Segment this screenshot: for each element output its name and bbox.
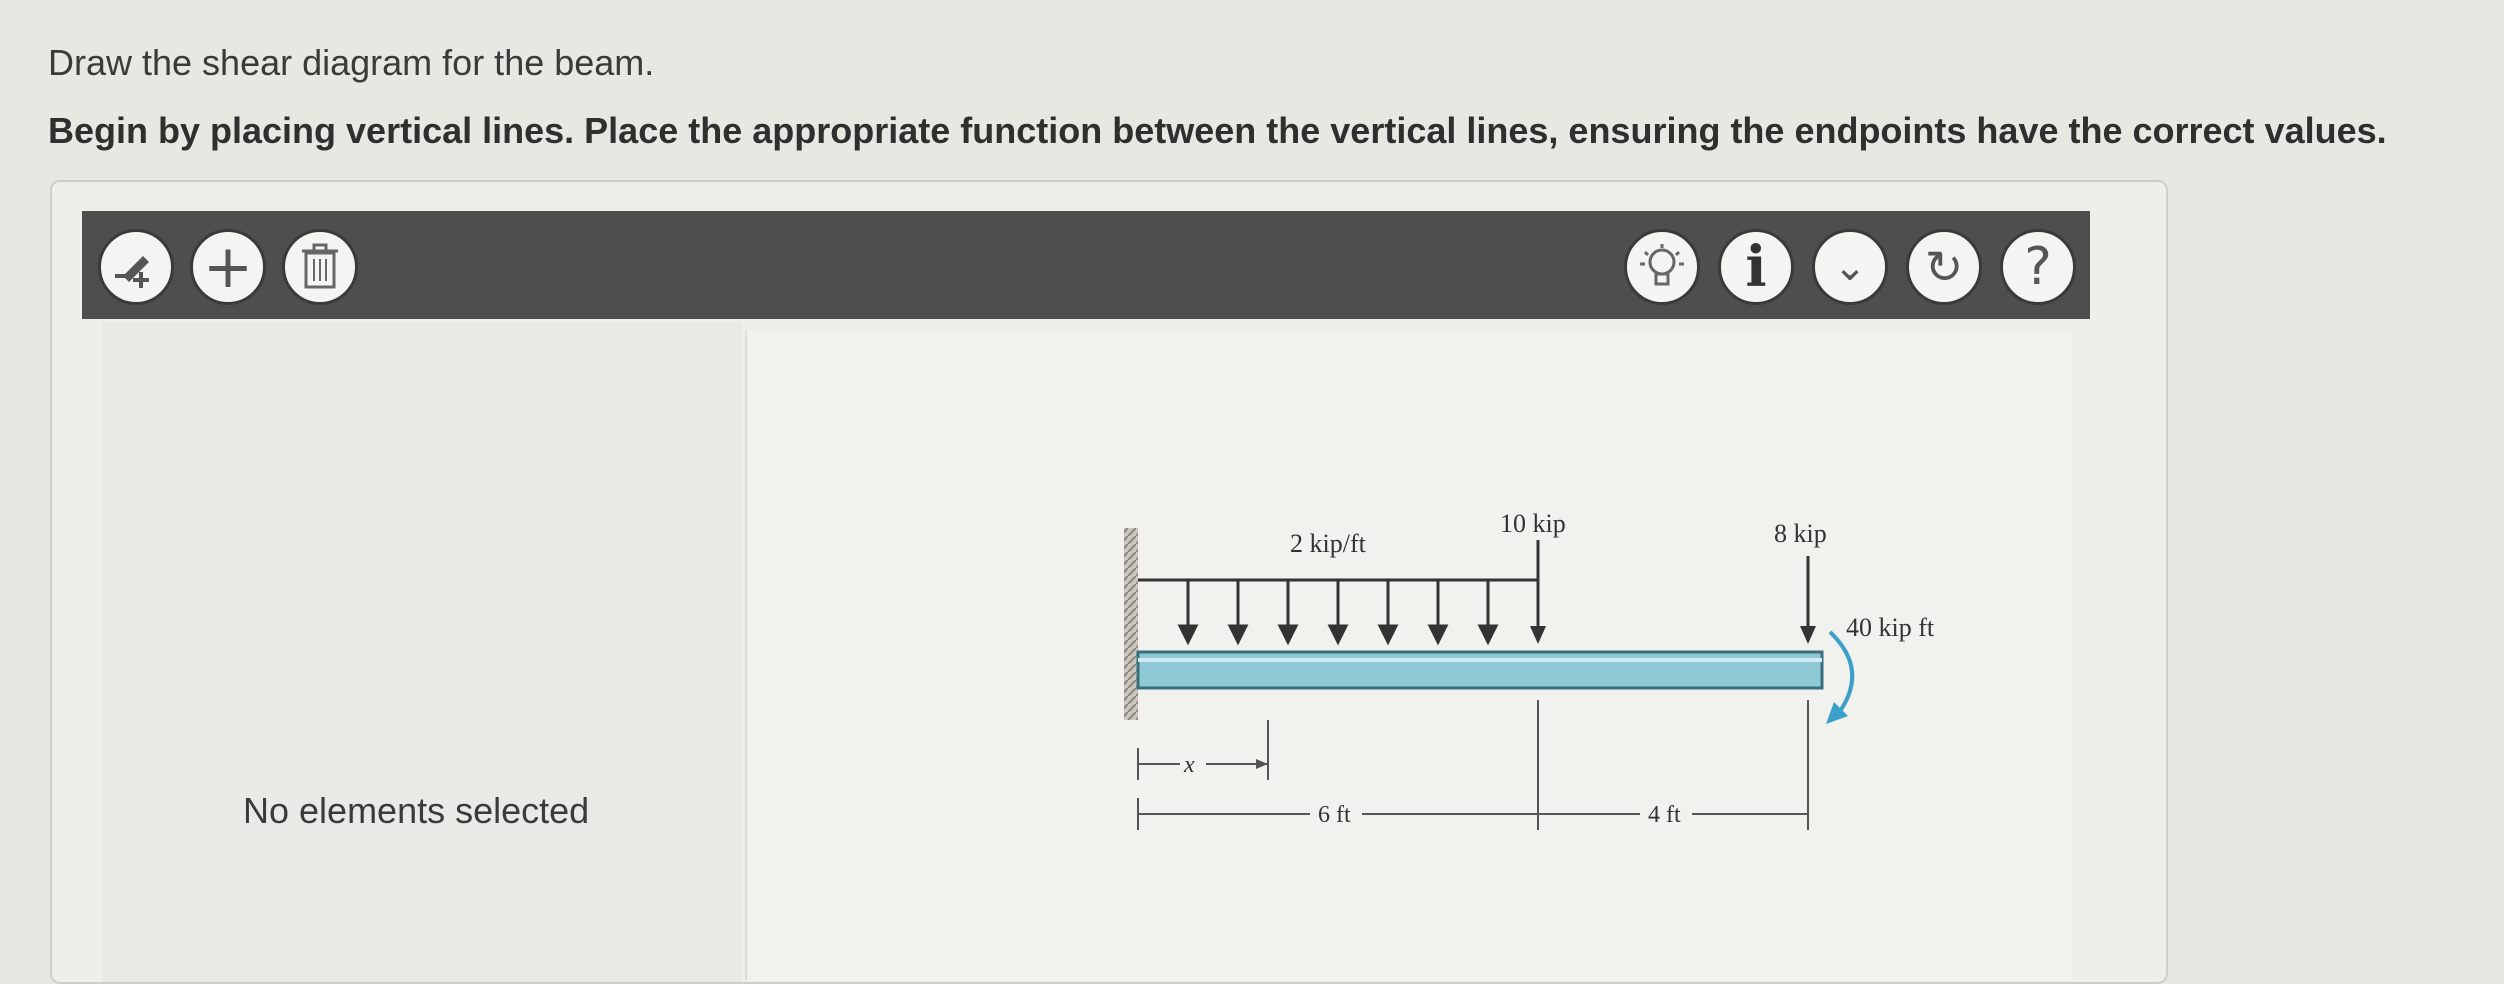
beam bbox=[1136, 650, 1824, 690]
point-load-1-label: 10 kip bbox=[1500, 509, 1566, 538]
beam-figure: 2 kip/ft 10 kip 8 kip 40 kip ft x 6 ft 4… bbox=[1124, 509, 1935, 830]
x-dimension bbox=[1137, 720, 1269, 780]
dimension-4ft: 4 ft bbox=[1648, 802, 1681, 828]
distributed-load-arrows bbox=[1138, 578, 1538, 646]
distributed-load-label: 2 kip/ft bbox=[1290, 529, 1367, 558]
point-load-2-label: 8 kip bbox=[1774, 519, 1827, 548]
moment-arrow bbox=[1826, 630, 1855, 724]
moment-label: 40 kip ft bbox=[1846, 613, 1935, 642]
dimension-6ft: 6 ft bbox=[1318, 802, 1351, 828]
point-load-8-kip bbox=[1800, 556, 1816, 644]
point-load-10-kip bbox=[1530, 540, 1546, 644]
x-label: x bbox=[1183, 752, 1195, 778]
fixed-support-wall bbox=[1124, 528, 1138, 720]
